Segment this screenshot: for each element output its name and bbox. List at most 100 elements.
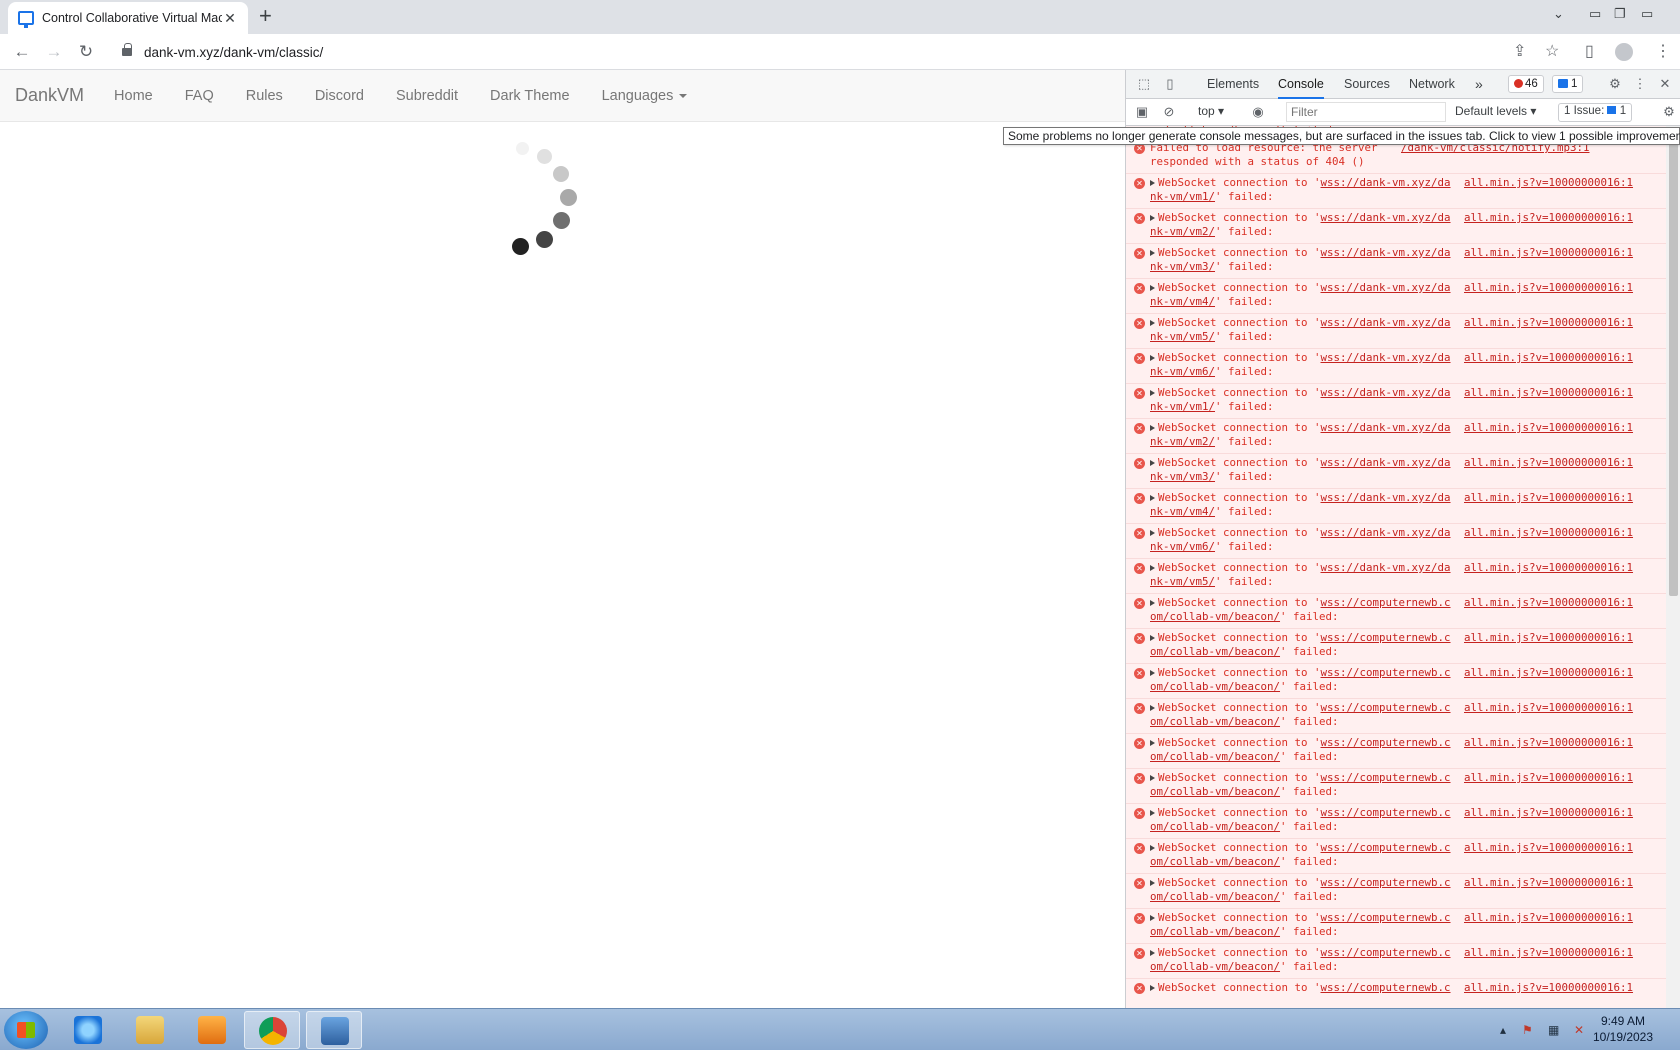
console-error-message[interactable]: ✕ WebSocket connection to 'wss://computer…	[1126, 698, 1666, 733]
source-link[interactable]: all.min.js?v=10000000016:1	[1464, 596, 1633, 609]
tab-console[interactable]: Console	[1278, 70, 1324, 99]
console-error-message[interactable]: ✕ WebSocket connection to 'wss://computer…	[1126, 978, 1666, 1008]
websocket-url-link[interactable]: om/collab-vm/beacon/	[1150, 820, 1280, 833]
websocket-url-link[interactable]: nk-vm/vm6/	[1150, 540, 1215, 553]
chrome-icon[interactable]	[244, 1011, 300, 1049]
websocket-url-link[interactable]: nk-vm/vm6/	[1150, 365, 1215, 378]
minimize-icon[interactable]: ▭	[1589, 6, 1601, 22]
source-link[interactable]: all.min.js?v=10000000016:1	[1464, 911, 1633, 924]
websocket-url-link[interactable]: wss://computernewb.c	[1321, 876, 1451, 889]
websocket-url-link[interactable]: wss://computernewb.c	[1321, 771, 1451, 784]
console-error-message[interactable]: ✕ WebSocket connection to 'wss://dank-vm.…	[1126, 173, 1666, 208]
action-center-flag-icon[interactable]: ⚑	[1522, 1023, 1533, 1037]
console-error-message[interactable]: ✕ WebSocket connection to 'wss://computer…	[1126, 873, 1666, 908]
expand-triangle-icon[interactable]	[1150, 250, 1155, 256]
websocket-url-link[interactable]: nk-vm/vm4/	[1150, 505, 1215, 518]
source-link[interactable]: all.min.js?v=10000000016:1	[1464, 876, 1633, 889]
device-toolbar-icon[interactable]: ▯	[1162, 76, 1178, 92]
inspect-element-icon[interactable]: ⬚	[1136, 76, 1152, 92]
websocket-url-link[interactable]: wss://dank-vm.xyz/da	[1321, 351, 1451, 364]
tab-network[interactable]: Network	[1409, 70, 1455, 99]
websocket-url-link[interactable]: om/collab-vm/beacon/	[1150, 715, 1280, 728]
url-text[interactable]: dank-vm.xyz/dank-vm/classic/	[144, 45, 323, 60]
tab-elements[interactable]: Elements	[1207, 70, 1259, 99]
source-link[interactable]: all.min.js?v=10000000016:1	[1464, 491, 1633, 504]
console-error-message[interactable]: ✕ WebSocket connection to 'wss://dank-vm.…	[1126, 418, 1666, 453]
websocket-url-link[interactable]: wss://computernewb.c	[1321, 701, 1451, 714]
console-error-message[interactable]: ✕ WebSocket connection to 'wss://dank-vm.…	[1126, 348, 1666, 383]
websocket-url-link[interactable]: nk-vm/vm3/	[1150, 470, 1215, 483]
close-window-icon[interactable]: ▭	[1641, 6, 1653, 22]
console-error-message[interactable]: ✕ WebSocket connection to 'wss://computer…	[1126, 628, 1666, 663]
source-link[interactable]: all.min.js?v=10000000016:1	[1464, 631, 1633, 644]
source-link[interactable]: all.min.js?v=10000000016:1	[1464, 211, 1633, 224]
source-link[interactable]: all.min.js?v=10000000016:1	[1464, 771, 1633, 784]
websocket-url-link[interactable]: om/collab-vm/beacon/	[1150, 890, 1280, 903]
expand-triangle-icon[interactable]	[1150, 950, 1155, 956]
websocket-url-link[interactable]: wss://computernewb.c	[1321, 981, 1451, 994]
back-icon[interactable]: ←	[10, 40, 34, 64]
console-error-message[interactable]: ✕ WebSocket connection to 'wss://dank-vm.…	[1126, 313, 1666, 348]
websocket-url-link[interactable]: nk-vm/vm5/	[1150, 575, 1215, 588]
console-error-message[interactable]: ✕ WebSocket connection to 'wss://computer…	[1126, 768, 1666, 803]
websocket-url-link[interactable]: wss://computernewb.c	[1321, 911, 1451, 924]
websocket-url-link[interactable]: om/collab-vm/beacon/	[1150, 750, 1280, 763]
nav-home[interactable]: Home	[114, 88, 153, 104]
close-devtools-icon[interactable]: ✕	[1657, 76, 1673, 92]
sidebar-toggle-icon[interactable]: ▣	[1134, 104, 1150, 120]
new-tab-icon[interactable]: +	[259, 4, 272, 28]
websocket-url-link[interactable]: wss://dank-vm.xyz/da	[1321, 386, 1451, 399]
websocket-url-link[interactable]: wss://computernewb.c	[1321, 736, 1451, 749]
expand-triangle-icon[interactable]	[1150, 460, 1155, 466]
expand-triangle-icon[interactable]	[1150, 495, 1155, 501]
expand-triangle-icon[interactable]	[1150, 530, 1155, 536]
console-error-message[interactable]: ✕ WebSocket connection to 'wss://dank-vm.…	[1126, 383, 1666, 418]
websocket-url-link[interactable]: wss://dank-vm.xyz/da	[1321, 176, 1451, 189]
more-tabs-icon[interactable]: »	[1475, 70, 1483, 99]
expand-triangle-icon[interactable]	[1150, 215, 1155, 221]
expand-triangle-icon[interactable]	[1150, 845, 1155, 851]
websocket-url-link[interactable]: nk-vm/vm2/	[1150, 225, 1215, 238]
issue-count-badge[interactable]: 1	[1552, 75, 1584, 93]
network-icon[interactable]: ▦	[1548, 1023, 1559, 1037]
source-link[interactable]: all.min.js?v=10000000016:1	[1464, 421, 1633, 434]
browser-tab[interactable]: Control Collaborative Virtual Machines ✕	[8, 2, 248, 34]
expand-triangle-icon[interactable]	[1150, 565, 1155, 571]
file-explorer-icon[interactable]	[122, 1011, 178, 1049]
websocket-url-link[interactable]: wss://computernewb.c	[1321, 666, 1451, 679]
console-error-message[interactable]: ✕ WebSocket connection to 'wss://computer…	[1126, 663, 1666, 698]
source-link[interactable]: all.min.js?v=10000000016:1	[1464, 351, 1633, 364]
source-link[interactable]: all.min.js?v=10000000016:1	[1464, 386, 1633, 399]
console-error-message[interactable]: ✕ WebSocket connection to 'wss://computer…	[1126, 908, 1666, 943]
expand-triangle-icon[interactable]	[1150, 810, 1155, 816]
websocket-url-link[interactable]: om/collab-vm/beacon/	[1150, 855, 1280, 868]
websocket-url-link[interactable]: wss://dank-vm.xyz/da	[1321, 491, 1451, 504]
expand-triangle-icon[interactable]	[1150, 915, 1155, 921]
context-selector[interactable]: top ▾	[1198, 104, 1224, 118]
source-link[interactable]: all.min.js?v=10000000016:1	[1464, 806, 1633, 819]
websocket-url-link[interactable]: om/collab-vm/beacon/	[1150, 960, 1280, 973]
console-scrollbar[interactable]	[1666, 126, 1680, 1008]
websocket-url-link[interactable]: wss://dank-vm.xyz/da	[1321, 281, 1451, 294]
console-error-message[interactable]: ✕ WebSocket connection to 'wss://dank-vm.…	[1126, 558, 1666, 593]
restore-icon[interactable]: ❐	[1614, 6, 1626, 22]
lock-icon[interactable]	[122, 43, 132, 56]
console-settings-gear-icon[interactable]: ⚙	[1661, 104, 1677, 120]
websocket-url-link[interactable]: nk-vm/vm3/	[1150, 260, 1215, 273]
internet-explorer-icon[interactable]	[60, 1011, 116, 1049]
share-icon[interactable]: ⇪	[1513, 41, 1526, 61]
nav-subreddit[interactable]: Subreddit	[396, 88, 458, 104]
source-link[interactable]: all.min.js?v=10000000016:1	[1464, 701, 1633, 714]
log-levels-dropdown[interactable]: Default levels ▾	[1455, 104, 1536, 118]
websocket-url-link[interactable]: wss://computernewb.c	[1321, 631, 1451, 644]
issues-button[interactable]: 1 Issue: 1	[1558, 103, 1633, 122]
console-error-message[interactable]: ✕ WebSocket connection to 'wss://computer…	[1126, 593, 1666, 628]
nav-discord[interactable]: Discord	[315, 88, 364, 104]
forward-icon[interactable]: →	[42, 40, 66, 64]
source-link[interactable]: all.min.js?v=10000000016:1	[1464, 316, 1633, 329]
expand-triangle-icon[interactable]	[1150, 320, 1155, 326]
websocket-url-link[interactable]: om/collab-vm/beacon/	[1150, 680, 1280, 693]
profile-avatar-icon[interactable]	[1615, 43, 1633, 61]
close-tab-icon[interactable]: ✕	[222, 10, 238, 27]
nav-dark-theme[interactable]: Dark Theme	[490, 88, 570, 104]
